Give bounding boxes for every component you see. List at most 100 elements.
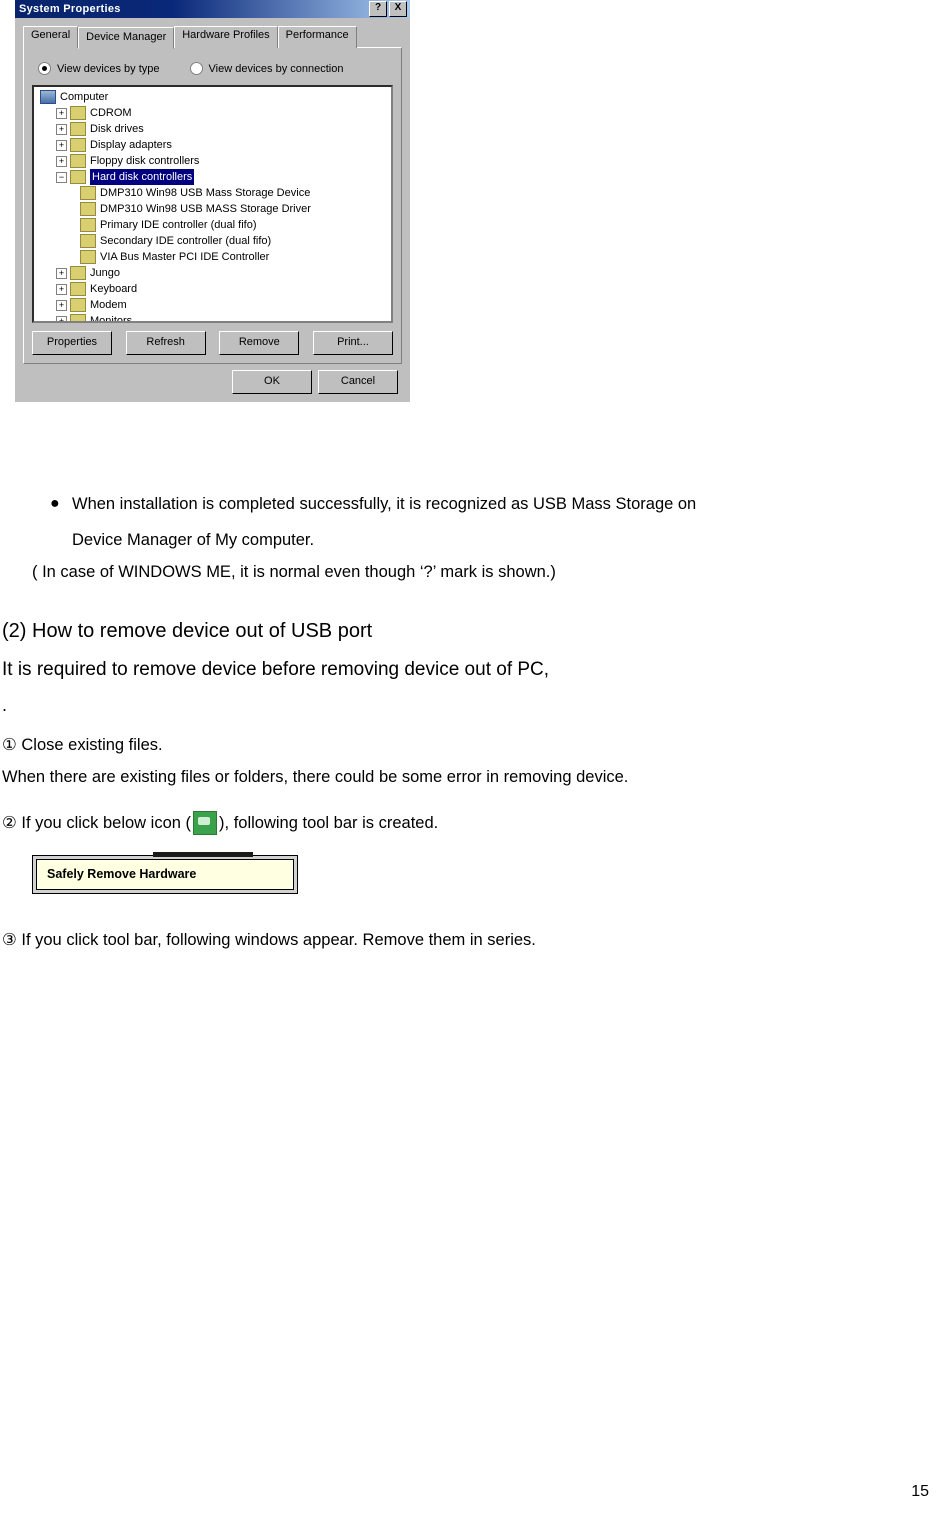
tree-node-floppy[interactable]: + Floppy disk controllers [36,153,389,169]
expand-icon[interactable]: + [56,156,67,167]
tree-node-child[interactable]: DMP310 Win98 USB Mass Storage Device [36,185,389,201]
device-icon [70,266,86,280]
dialog-ok-row: OK Cancel [23,364,402,396]
bullet-text-line1: When installation is completed successfu… [72,490,938,518]
step-2-text-b: ), following tool bar is created. [219,809,438,837]
radio-dot-icon [190,62,203,75]
device-icon [70,170,86,184]
step-2-text-a: ② If you click below icon ( [2,809,191,837]
tree-node-hdd-controllers[interactable]: − Hard disk controllers [36,169,389,185]
tooltip-screenshot: Safely Remove Hardware [32,855,298,894]
tree-node-monitors[interactable]: + Monitors [36,313,389,323]
radio-dot-icon [38,62,51,75]
tree-label: Floppy disk controllers [90,153,199,169]
radio-label: View devices by type [57,63,160,75]
radio-view-by-connection[interactable]: View devices by connection [190,62,344,75]
properties-button[interactable]: Properties [32,331,112,355]
tree-label: Keyboard [90,281,137,297]
close-icon[interactable]: X [389,1,407,17]
radio-label: View devices by connection [209,63,344,75]
tree-label-selected: Hard disk controllers [90,169,194,185]
cancel-button[interactable]: Cancel [318,370,398,394]
expand-icon[interactable]: + [56,284,67,295]
tree-node-disk-drives[interactable]: + Disk drives [36,121,389,137]
expand-icon[interactable]: + [56,300,67,311]
device-icon [70,298,86,312]
device-icon [70,138,86,152]
tree-node-modem[interactable]: + Modem [36,297,389,313]
view-mode-radios: View devices by type View devices by con… [32,58,393,85]
expand-icon[interactable]: + [56,108,67,119]
collapse-icon[interactable]: − [56,172,67,183]
device-icon [80,202,96,216]
paren-note: ( In case of WINDOWS ME, it is normal ev… [2,558,942,586]
tree-label: Modem [90,297,127,313]
tab-pane: View devices by type View devices by con… [23,47,402,364]
tab-general[interactable]: General [23,26,78,48]
tree-label: CDROM [90,105,132,121]
tab-device-manager[interactable]: Device Manager [78,27,174,49]
bullet-text-line2: Device Manager of My computer. [2,526,942,554]
page-number: 15 [911,1483,929,1501]
tree-label: Primary IDE controller (dual fifo) [100,217,257,233]
tab-performance[interactable]: Performance [278,26,357,48]
tree-label: Disk drives [90,121,144,137]
tree-node-jungo[interactable]: + Jungo [36,265,389,281]
ok-button[interactable]: OK [232,370,312,394]
device-tree[interactable]: Computer + CDROM + Disk drives + [32,85,393,323]
remove-button[interactable]: Remove [219,331,299,355]
section-lead: It is required to remove device before r… [2,654,942,686]
page: System Properties ? X General Device Man… [0,0,949,1519]
step-2: ② If you click below icon ( ), following… [2,809,942,837]
section-dot: . [2,690,942,721]
tree-node-child[interactable]: DMP310 Win98 USB MASS Storage Driver [36,201,389,217]
tree-node-child[interactable]: VIA Bus Master PCI IDE Controller [36,249,389,265]
tree-label: DMP310 Win98 USB MASS Storage Driver [100,201,311,217]
tree-node-computer[interactable]: Computer [36,89,389,105]
tree-label: Secondary IDE controller (dual fifo) [100,233,271,249]
titlebar: System Properties ? X [15,0,410,18]
tree-node-keyboard[interactable]: + Keyboard [36,281,389,297]
device-icon [80,218,96,232]
device-icon [70,282,86,296]
print-button[interactable]: Print... [313,331,393,355]
tree-label: Display adapters [90,137,172,153]
system-properties-dialog: System Properties ? X General Device Man… [15,0,410,402]
expand-icon[interactable]: + [56,140,67,151]
tree-node-cdrom[interactable]: + CDROM [36,105,389,121]
tree-label: VIA Bus Master PCI IDE Controller [100,249,269,265]
section-heading: (2) How to remove device out of USB port [2,614,942,648]
expand-icon[interactable]: + [56,316,67,324]
tree-label: DMP310 Win98 USB Mass Storage Device [100,185,310,201]
tooltip-text: Safely Remove Hardware [36,859,294,890]
computer-icon [40,90,56,104]
device-icon [80,186,96,200]
tab-strip: General Device Manager Hardware Profiles… [23,26,402,48]
titlebar-text: System Properties [19,3,367,15]
tree-node-child[interactable]: Secondary IDE controller (dual fifo) [36,233,389,249]
tree-label: Monitors [90,313,132,323]
dialog-body: General Device Manager Hardware Profiles… [15,18,410,402]
tab-hardware-profiles[interactable]: Hardware Profiles [174,26,277,48]
device-icon [80,250,96,264]
help-icon[interactable]: ? [369,1,387,17]
expand-icon[interactable]: + [56,268,67,279]
radio-view-by-type[interactable]: View devices by type [38,62,160,75]
tree-node-display-adapters[interactable]: + Display adapters [36,137,389,153]
device-icon [80,234,96,248]
device-icon [70,314,86,323]
device-icon [70,106,86,120]
device-icon [70,154,86,168]
step-1-body: When there are existing files or folders… [2,763,942,791]
bullet-icon: ● [50,490,72,518]
step-1-head: ① Close existing files. [2,731,942,759]
step-3: ③ If you click tool bar, following windo… [2,926,942,954]
tray-eject-icon [193,811,217,835]
button-row: Properties Refresh Remove Print... [32,331,393,355]
expand-icon[interactable]: + [56,124,67,135]
device-icon [70,122,86,136]
tree-node-child[interactable]: Primary IDE controller (dual fifo) [36,217,389,233]
bullet-item: ● When installation is completed success… [2,490,942,518]
tree-label: Jungo [90,265,120,281]
refresh-button[interactable]: Refresh [126,331,206,355]
